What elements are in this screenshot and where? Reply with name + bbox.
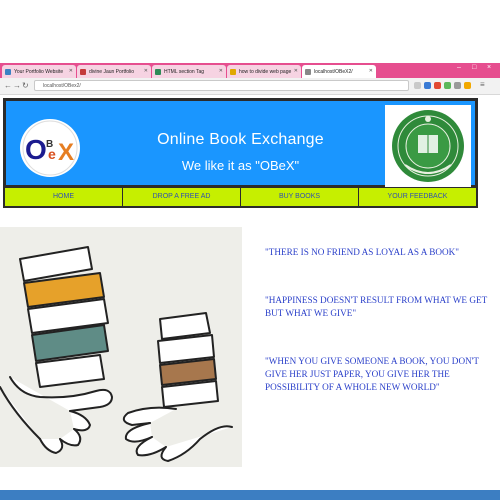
browser-tab[interactable]: Your Portfolio Website ✕ xyxy=(2,65,76,78)
address-text: localhost/OBex2/ xyxy=(43,83,81,89)
extension-icon[interactable] xyxy=(464,82,471,89)
tab-label: divine Jaun Portfolio xyxy=(89,68,135,75)
browser-tab-active[interactable]: localhost/OBeX2/ ✕ xyxy=(302,65,376,78)
star-icon[interactable] xyxy=(414,82,421,89)
tab-label: how to divide web page xyxy=(239,68,292,75)
favicon-icon xyxy=(5,68,11,75)
favicon-icon xyxy=(80,68,86,75)
page-content: O B e X Online Book Exchange We like it … xyxy=(0,95,500,500)
nav-your-feedback[interactable]: YOUR FEEDBACK xyxy=(359,188,476,206)
browser-tab[interactable]: HTML section Tag ✕ xyxy=(152,65,226,78)
close-tab-icon[interactable]: ✕ xyxy=(69,68,73,74)
taskbar xyxy=(0,490,500,500)
close-tab-icon[interactable]: ✕ xyxy=(219,68,223,74)
quote-1: "THERE IS NO FRIEND AS LOYAL AS A BOOK" xyxy=(265,247,459,257)
nav-buy-books[interactable]: BUY BOOKS xyxy=(241,188,359,206)
close-tab-icon[interactable]: ✕ xyxy=(144,68,148,74)
favicon-icon xyxy=(305,68,311,75)
nav-drop-free-ad[interactable]: DROP A FREE Ad xyxy=(123,188,241,206)
extension-icon[interactable] xyxy=(434,82,441,89)
tab-label: localhost/OBeX2/ xyxy=(314,68,353,75)
forward-icon[interactable]: → xyxy=(13,81,21,90)
favicon-icon xyxy=(230,68,236,75)
browser-tab[interactable]: how to divide web page ✕ xyxy=(227,65,301,78)
menu-icon[interactable]: ≡ xyxy=(480,80,485,89)
browser-tab[interactable]: divine Jaun Portfolio ✕ xyxy=(77,65,151,78)
university-seal-icon xyxy=(392,110,464,182)
close-window-button[interactable]: × xyxy=(487,64,491,71)
tab-label: HTML section Tag xyxy=(164,68,205,75)
extension-icon[interactable] xyxy=(424,82,431,89)
minimize-button[interactable]: – xyxy=(457,64,461,71)
site-header: O B e X Online Book Exchange We like it … xyxy=(3,98,478,188)
main-nav: HOME DROP A FREE Ad BUY BOOKS YOUR FEEDB… xyxy=(3,188,478,208)
extension-icon[interactable] xyxy=(444,82,451,89)
extension-icon[interactable] xyxy=(454,82,461,89)
back-icon[interactable]: ← xyxy=(4,81,12,90)
university-emblem xyxy=(385,105,471,187)
tab-label: Your Portfolio Website xyxy=(14,68,64,75)
book-exchange-illustration xyxy=(0,227,242,467)
book-exchange-image xyxy=(0,246,233,463)
close-tab-icon[interactable]: ✕ xyxy=(369,68,373,74)
quote-3: "WHEN YOU GIVE SOMEONE A BOOK, YOU DON'T… xyxy=(265,356,479,392)
maximize-button[interactable]: □ xyxy=(472,64,476,71)
close-tab-icon[interactable]: ✕ xyxy=(294,68,298,74)
browser-toolbar: ← → ↻ localhost/OBex2/ ≡ xyxy=(0,78,500,95)
favicon-icon xyxy=(155,68,161,75)
quote-2: "HAPPINESS DOESN'T RESULT FROM WHAT WE G… xyxy=(265,295,488,318)
nav-home[interactable]: HOME xyxy=(5,188,123,206)
reload-icon[interactable]: ↻ xyxy=(22,81,29,90)
browser-tab-strip: Your Portfolio Website ✕ divine Jaun Por… xyxy=(0,63,500,78)
address-bar[interactable]: localhost/OBex2/ xyxy=(34,80,409,91)
